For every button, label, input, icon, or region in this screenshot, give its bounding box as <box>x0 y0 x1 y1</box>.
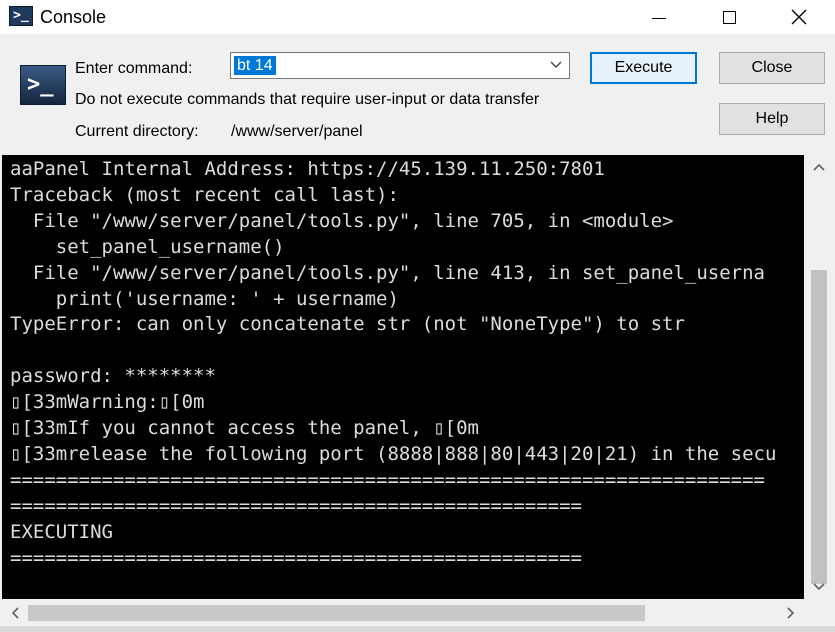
console-line: ▯[33mWarning:▯[0m <box>10 391 205 414</box>
command-label: Enter command: <box>75 60 193 77</box>
console-line: ========================================… <box>10 546 582 569</box>
scroll-down-icon[interactable] <box>805 577 833 597</box>
directory-value: /www/server/panel <box>231 123 363 140</box>
command-input[interactable] <box>234 55 548 78</box>
scroll-left-icon[interactable] <box>4 600 26 626</box>
console-line: Traceback (most recent call last): <box>10 183 399 206</box>
console-line: ========================================… <box>10 468 765 491</box>
console-line: File "/www/server/panel/tools.py", line … <box>10 261 765 284</box>
console-line: EXECUTING <box>10 520 113 543</box>
console-line: set_panel_username() <box>10 235 285 258</box>
vertical-scrollbar[interactable] <box>805 155 833 599</box>
console-icon: >_ <box>9 6 33 26</box>
close-button[interactable]: Close <box>719 52 825 84</box>
background-window-strip <box>0 626 835 632</box>
scroll-right-icon[interactable] <box>780 600 802 626</box>
minimize-icon <box>652 17 666 19</box>
scrollbar-corner <box>805 600 835 626</box>
horizontal-scrollbar[interactable] <box>0 600 805 626</box>
window-title: Console <box>40 7 107 27</box>
title-bar[interactable]: >_ Console <box>0 0 835 34</box>
console-line: aaPanel Internal Address: https://45.139… <box>10 158 605 180</box>
console-line: ▯[33mIf you cannot access the panel, ▯[0… <box>10 417 479 440</box>
close-icon <box>791 9 807 25</box>
minimize-button[interactable] <box>624 0 694 34</box>
scroll-up-icon[interactable] <box>805 157 833 177</box>
command-combobox[interactable]: bt 14 <box>230 52 570 79</box>
warning-text: Do not execute commands that require use… <box>75 91 540 108</box>
console-line: ========================================… <box>10 494 582 517</box>
horizontal-scroll-thumb[interactable] <box>28 605 645 621</box>
console-line: TypeError: can only concatenate str (not… <box>10 313 685 336</box>
execute-button[interactable]: Execute <box>590 52 697 84</box>
console-prompt-icon: >_ <box>20 65 66 105</box>
vertical-scroll-thumb[interactable] <box>811 270 827 584</box>
console-window: >_ Console >_ Enter command: bt 14 Do no… <box>0 0 835 632</box>
console-line: ▯[33mrelease the following port (8888|88… <box>10 442 777 465</box>
console-line: print('username: ' + username) <box>10 287 399 310</box>
chevron-down-icon[interactable] <box>549 57 563 73</box>
maximize-button[interactable] <box>694 0 764 34</box>
console-line: password: ******** <box>10 365 216 388</box>
console-line: File "/www/server/panel/tools.py", line … <box>10 209 674 232</box>
help-button[interactable]: Help <box>719 103 825 135</box>
close-window-button[interactable] <box>764 0 834 34</box>
maximize-icon <box>722 10 736 24</box>
directory-label: Current directory: <box>75 123 199 140</box>
console-output[interactable]: aaPanel Internal Address: https://45.139… <box>2 155 804 599</box>
console-text: aaPanel Internal Address: https://45.139… <box>2 155 804 574</box>
